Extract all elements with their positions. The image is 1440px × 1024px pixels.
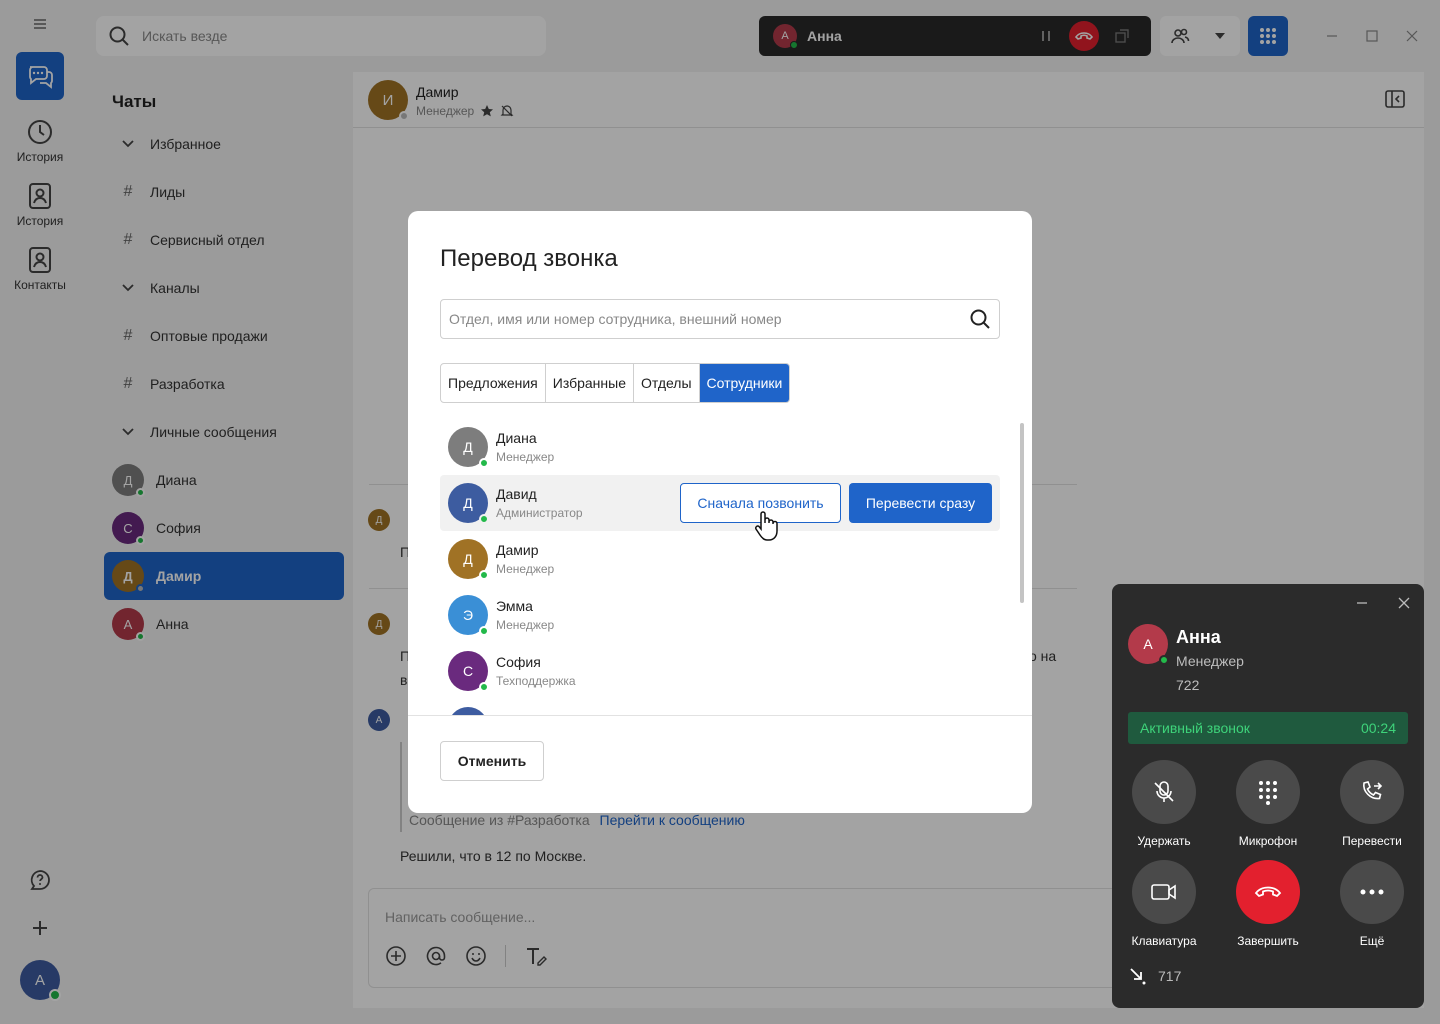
employee-role: Менеджер bbox=[496, 450, 555, 464]
end-call-button[interactable]: Завершить bbox=[1216, 860, 1320, 948]
call-widget: А Анна Менеджер 722 Активный звонок 00:2… bbox=[1112, 584, 1424, 1008]
hangup-icon bbox=[1236, 860, 1300, 924]
online-status-dot bbox=[479, 514, 489, 524]
online-status-dot bbox=[1159, 655, 1169, 665]
hold-label: Удержать bbox=[1137, 834, 1191, 848]
dialog-title: Перевод звонка bbox=[440, 245, 618, 272]
phone-transfer-icon bbox=[1340, 760, 1404, 824]
employee-row[interactable]: Д Диана Менеджер bbox=[440, 419, 1000, 475]
employee-search-placeholder: Отдел, имя или номер сотрудника, внешний… bbox=[449, 311, 782, 327]
more-label: Ещё bbox=[1359, 934, 1385, 948]
widget-minimize-icon[interactable] bbox=[1356, 596, 1372, 612]
caller-role: Менеджер bbox=[1176, 653, 1244, 669]
employee-row[interactable]: С София Техподдержка bbox=[440, 643, 1000, 699]
online-status-dot bbox=[479, 626, 489, 636]
employee-name: Эмма bbox=[496, 598, 533, 614]
transfer-tabs: Предложения Избранные Отделы Сотрудники bbox=[440, 363, 791, 403]
avatar: Д bbox=[448, 539, 489, 580]
more-icon bbox=[1340, 860, 1404, 924]
cancel-button[interactable]: Отменить bbox=[440, 741, 544, 781]
employee-role: Менеджер bbox=[496, 562, 555, 576]
employee-name: Диана bbox=[496, 430, 537, 446]
avatar: Д bbox=[448, 427, 489, 468]
microphone-label: Микрофон bbox=[1238, 834, 1298, 848]
call-status-bar: Активный звонок 00:24 bbox=[1128, 712, 1408, 744]
tab-suggestions[interactable]: Предложения bbox=[441, 364, 546, 402]
online-status-dot bbox=[479, 570, 489, 580]
keypad-icon bbox=[1236, 760, 1300, 824]
employee-info: Диана Менеджер bbox=[496, 430, 554, 464]
hand-cursor-icon bbox=[752, 510, 780, 542]
online-status-dot bbox=[479, 682, 489, 692]
employee-info: София Техподдержка bbox=[496, 654, 576, 688]
tab-employees[interactable]: Сотрудники bbox=[699, 364, 790, 402]
employee-row[interactable]: Д Дамир Менеджер bbox=[440, 531, 1000, 587]
avatar-initial: Д bbox=[463, 439, 473, 455]
transfer-label: Перевести bbox=[1342, 834, 1402, 848]
call-status-label: Активный звонок bbox=[1140, 720, 1250, 736]
incoming-call-row[interactable]: 717 bbox=[1128, 966, 1181, 986]
incoming-extension: 717 bbox=[1158, 968, 1182, 984]
employee-role: Техподдержка bbox=[496, 674, 576, 688]
employee-name: Дамир bbox=[496, 542, 539, 558]
end-call-label: Завершить bbox=[1237, 934, 1299, 948]
employee-row[interactable]: ДД bbox=[440, 699, 1000, 715]
employee-row[interactable]: Д Давид Администратор Сначала позвонить Пере… bbox=[440, 475, 1000, 531]
avatar: С bbox=[448, 651, 489, 692]
microphone-button[interactable]: Микрофон bbox=[1216, 760, 1320, 848]
video-icon bbox=[1132, 860, 1196, 924]
tab-departments[interactable]: Отделы bbox=[634, 364, 700, 402]
widget-close-icon[interactable] bbox=[1398, 596, 1414, 612]
avatar: Д bbox=[448, 483, 489, 524]
avatar-initial: Д bbox=[463, 495, 473, 511]
employee-role: Менеджер bbox=[496, 618, 555, 632]
employee-name: София bbox=[496, 654, 541, 670]
search-icon bbox=[970, 309, 990, 329]
caller-initial: А bbox=[1143, 636, 1153, 652]
employee-name: Давид bbox=[496, 486, 537, 502]
employee-list-scrollbar[interactable] bbox=[1020, 423, 1024, 603]
tab-favorites[interactable]: Избранные bbox=[546, 364, 634, 402]
employee-info: Давид Администратор bbox=[496, 486, 583, 520]
mic-off-icon bbox=[1132, 760, 1196, 824]
employee-info: Эмма Менеджер bbox=[496, 598, 554, 632]
dialog-footer: Отменить bbox=[408, 715, 1032, 813]
employee-role: Администратор bbox=[496, 506, 583, 520]
caller-extension: 722 bbox=[1176, 677, 1200, 693]
hold-button[interactable]: Удержать bbox=[1112, 760, 1216, 848]
more-button[interactable]: Ещё bbox=[1320, 860, 1424, 948]
employee-list: Д Диана Менеджер Д Давид Администратор Сначала… bbox=[440, 419, 1000, 715]
call-timer: 00:24 bbox=[1360, 720, 1396, 736]
transfer-button[interactable]: Перевести bbox=[1320, 760, 1424, 848]
avatar-initial: Д bbox=[463, 551, 473, 567]
caller-name: Анна bbox=[1176, 627, 1221, 647]
keyboard-label: Клавиатура bbox=[1131, 934, 1197, 948]
transfer-call-dialog: Перевод звонка Отдел, имя или номер сотр… bbox=[408, 211, 1032, 813]
employee-info: Дамир Менеджер bbox=[496, 542, 554, 576]
avatar-initial: Э bbox=[462, 607, 474, 623]
online-status-dot bbox=[479, 458, 489, 468]
keyboard-button[interactable]: Клавиатура bbox=[1112, 860, 1216, 948]
avatar-initial: С bbox=[462, 663, 474, 679]
avatar: Д bbox=[448, 707, 488, 715]
employee-search-input[interactable]: Отдел, имя или номер сотрудника, внешний… bbox=[440, 299, 1000, 339]
avatar: Э bbox=[448, 595, 489, 636]
incoming-arrow-icon bbox=[1130, 968, 1146, 985]
employee-row[interactable]: Э Эмма Менеджер bbox=[440, 587, 1000, 643]
caller-avatar: А bbox=[1128, 624, 1169, 665]
transfer-now-button[interactable]: Перевести сразу bbox=[849, 483, 992, 523]
